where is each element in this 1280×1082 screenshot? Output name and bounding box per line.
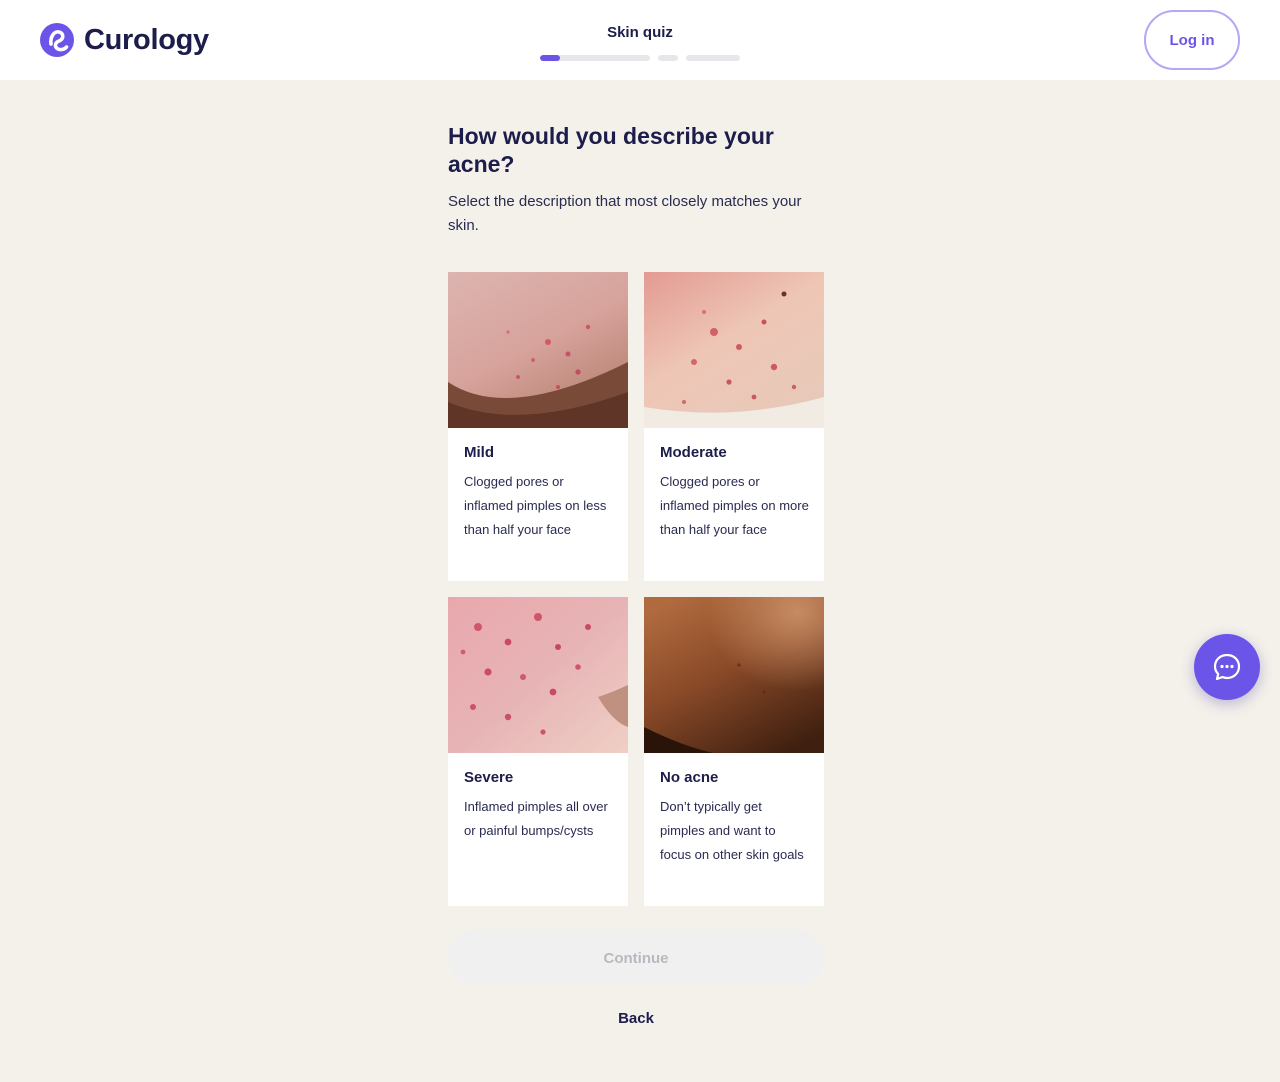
- option-card-mild[interactable]: Mild Clogged pores or inflamed pimples o…: [448, 272, 628, 581]
- logo-text: Curology: [84, 23, 209, 56]
- option-description: Don’t typically get pimples and want to …: [660, 799, 804, 862]
- question-subtitle: Select the description that most closely…: [448, 193, 802, 234]
- option-card-no-acne[interactable]: No acne Don’t typically get pimples and …: [644, 597, 824, 906]
- option-card-severe[interactable]: Severe Inflamed pimples all over or pain…: [448, 597, 628, 906]
- no-acne-photo: [644, 597, 824, 753]
- moderate-acne-photo: [644, 272, 824, 428]
- option-description: Clogged pores or inflamed pimples on les…: [464, 474, 607, 537]
- quiz-title: Skin quiz: [607, 24, 673, 41]
- curology-logo-icon: [40, 23, 74, 57]
- back-link[interactable]: Back: [448, 1010, 824, 1027]
- question-title: How would you describe your acne?: [448, 123, 774, 177]
- continue-button[interactable]: Continue: [448, 930, 824, 986]
- chat-bubble-icon: [1213, 653, 1241, 681]
- chat-button[interactable]: [1194, 634, 1260, 700]
- mild-acne-photo: [448, 272, 628, 428]
- option-description: Inflamed pimples all over or painful bum…: [464, 799, 608, 838]
- option-label: No acne: [660, 769, 719, 786]
- logo[interactable]: Curology: [40, 22, 209, 58]
- progress-segment-2: [658, 55, 678, 61]
- login-button[interactable]: Log in: [1144, 10, 1240, 70]
- quiz-progress: [540, 55, 740, 61]
- progress-segment-1: [540, 55, 650, 61]
- option-label: Mild: [464, 444, 494, 461]
- option-label: Severe: [464, 769, 514, 786]
- progress-segment-3: [686, 55, 740, 61]
- question-block: How would you describe your acne? Select…: [448, 122, 824, 238]
- option-card-moderate[interactable]: Moderate Clogged pores or inflamed pimpl…: [644, 272, 824, 581]
- option-label: Moderate: [660, 444, 727, 461]
- severe-acne-photo: [448, 597, 628, 753]
- option-description: Clogged pores or inflamed pimples on mor…: [660, 474, 809, 537]
- header: Curology Skin quiz Log in: [0, 0, 1280, 80]
